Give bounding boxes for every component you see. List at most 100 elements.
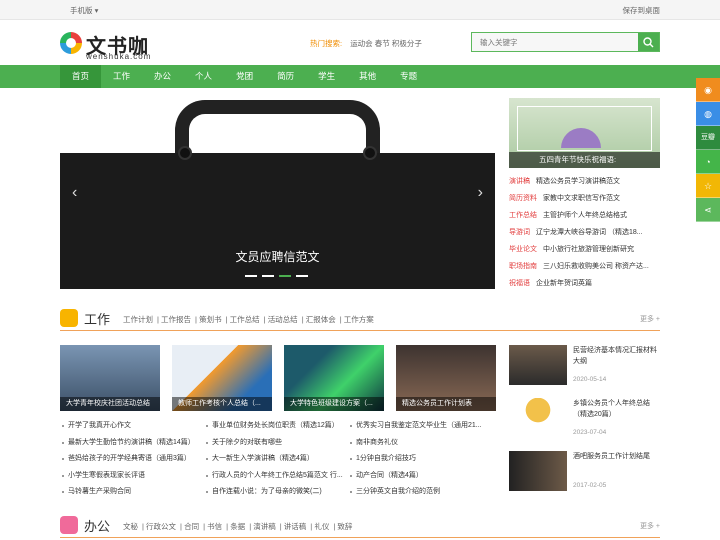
nav-item-personal[interactable]: 个人	[183, 65, 224, 88]
list-item[interactable]: 事业单位财务处长岗位职责（精选12篇）	[204, 418, 348, 435]
carousel-dot-active[interactable]	[279, 275, 291, 277]
list-item[interactable]: 自作连载小说：为了母亲的微笑(二)	[204, 484, 348, 501]
list-item-title[interactable]: 中小旅行社旅游管理创新研究	[543, 246, 634, 253]
list-item[interactable]: 动产合同（精选4篇）	[348, 468, 492, 485]
side-feature-caption[interactable]: 五四青年节快乐祝福语:	[509, 152, 660, 168]
wechat-icon[interactable]: ◔	[696, 150, 720, 174]
list-item[interactable]: 1分钟自我介绍技巧	[348, 451, 492, 468]
featured-item[interactable]: 民营经济基本情况汇报材料大纲 2020-05-14	[509, 345, 660, 398]
carousel-dot[interactable]	[245, 275, 257, 277]
nav-item-work[interactable]: 工作	[101, 65, 142, 88]
list-item-title[interactable]: 精选公务员学习演讲稿范文	[536, 178, 620, 185]
list-item-category[interactable]: 毕业论文	[509, 246, 537, 253]
list-item-title[interactable]: 主管护师个人年终总结格式	[543, 212, 627, 219]
office-link[interactable]: 致辞	[337, 522, 352, 531]
carousel-prev-icon[interactable]: ‹	[72, 184, 77, 202]
qq-icon[interactable]: ◍	[696, 102, 720, 126]
featured-title[interactable]: 民营经济基本情况汇报材料大纲	[573, 345, 661, 367]
office-link[interactable]: 讲话稿	[284, 522, 307, 531]
list-item[interactable]: 工作总结 主管护师个人年终总结格式	[509, 207, 660, 224]
office-link[interactable]: 书信	[207, 522, 222, 531]
site-logo[interactable]: 文书咖 wenshuka.com	[60, 30, 170, 61]
office-link[interactable]: 行政公文	[146, 522, 176, 531]
list-item-title[interactable]: 企业新年贺词英篇	[536, 280, 592, 287]
featured-thumbnail[interactable]	[509, 345, 567, 385]
featured-item[interactable]: 乡镇公务员个人年终总结（精选20篇） 2023-07-04	[509, 398, 660, 451]
carousel-dot[interactable]	[262, 275, 274, 277]
banner-caption[interactable]: 文员应聘信范文	[60, 248, 495, 265]
list-item-category[interactable]: 工作总结	[509, 212, 537, 219]
douban-icon[interactable]: 豆瓣	[696, 126, 720, 150]
list-item-category[interactable]: 简历资料	[509, 195, 537, 202]
nav-item-student[interactable]: 学生	[306, 65, 347, 88]
office-link[interactable]: 文秘	[123, 522, 138, 531]
side-feature-image[interactable]: 五四青年节快乐祝福语:	[509, 98, 660, 168]
hot-search-keywords[interactable]: 运动会 春节 积极分子	[350, 39, 422, 48]
list-item-category[interactable]: 职场指南	[509, 263, 537, 270]
favorite-icon[interactable]: ☆	[696, 174, 720, 198]
list-item[interactable]: 行政人员的个人年终工作总结5篇范文 行...	[204, 468, 348, 485]
nav-item-party[interactable]: 党团	[224, 65, 265, 88]
carousel-next-icon[interactable]: ›	[478, 184, 483, 202]
featured-thumbnail[interactable]	[509, 398, 567, 438]
office-more-link[interactable]: 更多 +	[640, 521, 660, 531]
list-item[interactable]: 导游词 辽宁龙潭大峡谷导游词 （精选18...	[509, 224, 660, 241]
list-item[interactable]: 简历资料 家教中文求职信写作范文	[509, 190, 660, 207]
thumbnail-card[interactable]: 大学青年校庆社团活动总结	[60, 345, 160, 411]
list-item-title[interactable]: 家教中文求职信写作范文	[543, 195, 620, 202]
banner-carousel[interactable]: ‹ › 文员应聘信范文	[60, 98, 495, 289]
featured-thumbnail[interactable]	[509, 451, 567, 491]
nav-item-home[interactable]: 首页	[60, 65, 102, 88]
office-link[interactable]: 条据	[230, 522, 245, 531]
thumbnail-card[interactable]: 教师工作考核个人总结（...	[172, 345, 272, 411]
nav-item-other[interactable]: 其他	[347, 65, 388, 88]
list-item[interactable]: 优秀实习自我鉴定范文毕业生（通用21...	[348, 418, 492, 435]
office-link[interactable]: 合同	[184, 522, 199, 531]
save-to-desktop-link[interactable]: 保存到桌面	[623, 5, 661, 16]
work-link[interactable]: 工作方案	[344, 315, 374, 324]
thumbnail-caption[interactable]: 大学青年校庆社团活动总结	[60, 397, 160, 411]
featured-item[interactable]: 酒吧服务员工作计划结尾 2017-02-05	[509, 451, 660, 504]
list-item[interactable]: 南非商务礼仪	[348, 435, 492, 452]
office-link[interactable]: 礼仪	[314, 522, 329, 531]
thumbnail-caption[interactable]: 精选公务员工作计划表	[396, 397, 496, 411]
mobile-version-link[interactable]: 手机版 ▾	[70, 5, 98, 16]
list-item[interactable]: 毕业论文 中小旅行社旅游管理创新研究	[509, 241, 660, 258]
list-item-category[interactable]: 导游词	[509, 229, 530, 236]
work-more-link[interactable]: 更多 +	[640, 314, 660, 324]
work-link[interactable]: 策划书	[199, 315, 222, 324]
share-icon[interactable]: ⋖	[696, 198, 720, 222]
list-item[interactable]: 关于除夕的对联有哪些	[204, 435, 348, 452]
featured-title[interactable]: 酒吧服务员工作计划结尾	[573, 451, 661, 462]
work-link[interactable]: 汇报体会	[306, 315, 336, 324]
search-button[interactable]	[638, 33, 659, 51]
list-item-category[interactable]: 演讲稿	[509, 178, 530, 185]
list-item[interactable]: 马铃薯生产采购合同	[60, 484, 204, 501]
list-item-title[interactable]: 三八妇乐救收购美公司 称资产达...	[543, 263, 649, 270]
carousel-dot[interactable]	[296, 275, 308, 277]
nav-item-topics[interactable]: 专题	[388, 65, 429, 88]
weibo-icon[interactable]: ◉	[696, 78, 720, 102]
office-link[interactable]: 演讲稿	[253, 522, 276, 531]
work-link[interactable]: 工作报告	[161, 315, 191, 324]
list-item[interactable]: 三分钟英文自我介绍的范例	[348, 484, 492, 501]
list-item[interactable]: 演讲稿 精选公务员学习演讲稿范文	[509, 173, 660, 190]
search-input[interactable]	[472, 33, 640, 51]
list-item[interactable]: 祝福语 企业新年贺词英篇	[509, 275, 660, 292]
work-link[interactable]: 工作总结	[230, 315, 260, 324]
list-item[interactable]: 爸妈给孩子的开学经典寄语（通用3篇）	[60, 451, 204, 468]
list-item[interactable]: 开学了我真开心作文	[60, 418, 204, 435]
list-item[interactable]: 最新大学生勤恰节约演讲稿（精选14篇）	[60, 435, 204, 452]
thumbnail-card[interactable]: 大学特色班级建设方案（...	[284, 345, 384, 411]
thumbnail-caption[interactable]: 教师工作考核个人总结（...	[172, 397, 272, 411]
nav-item-resume[interactable]: 简历	[265, 65, 306, 88]
list-item[interactable]: 大一新生入学演讲稿（精选4篇）	[204, 451, 348, 468]
list-item[interactable]: 小学生寒假表现家长评语	[60, 468, 204, 485]
office-section-title[interactable]: 办公	[84, 516, 110, 535]
work-link[interactable]: 活动总结	[268, 315, 298, 324]
thumbnail-card[interactable]: 精选公务员工作计划表	[396, 345, 496, 411]
work-section-title[interactable]: 工作	[84, 309, 110, 328]
featured-title[interactable]: 乡镇公务员个人年终总结（精选20篇）	[573, 398, 661, 420]
list-item-title[interactable]: 辽宁龙潭大峡谷导游词 （精选18...	[536, 229, 643, 236]
nav-item-office[interactable]: 办公	[142, 65, 183, 88]
